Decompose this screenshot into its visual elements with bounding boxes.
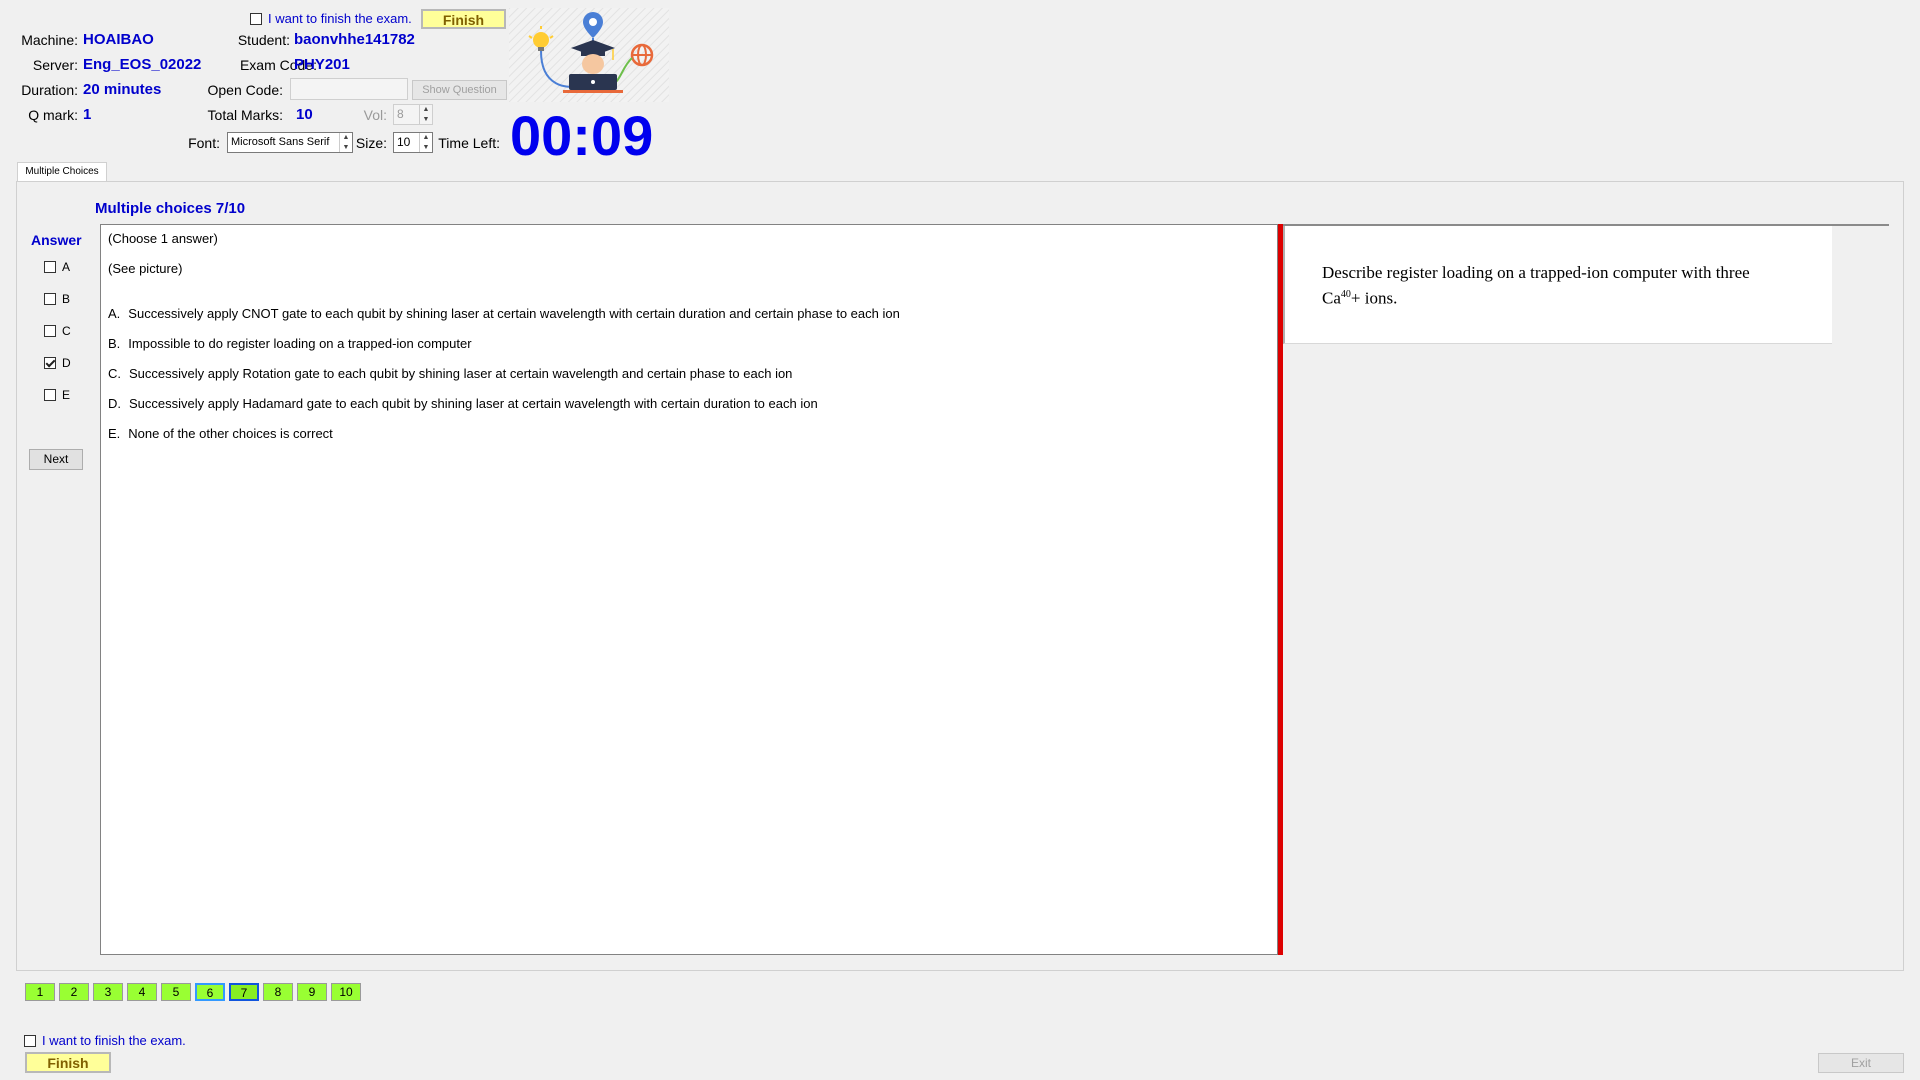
answer-checkbox[interactable]	[44, 325, 56, 337]
qmark-value: 1	[83, 106, 92, 123]
duration-value: 20 minutes	[83, 81, 162, 98]
size-label: Size:	[355, 135, 387, 151]
exit-button[interactable]: Exit	[1818, 1053, 1904, 1073]
bottom-finish-checkbox[interactable]	[24, 1034, 36, 1047]
question-nav-button[interactable]: 6	[195, 983, 225, 1001]
option-text: Successively apply Hadamard gate to each…	[129, 396, 818, 411]
option-text: Successively apply CNOT gate to each qub…	[128, 306, 900, 321]
total-marks-label: Total Marks:	[207, 107, 283, 123]
answer-choice-d[interactable]: D	[44, 356, 71, 370]
answer-choice-label: A	[62, 260, 71, 274]
picture-line1: Describe register loading on a trapped-i…	[1322, 263, 1750, 282]
student-value: baonvhhe141782	[294, 31, 415, 48]
graduate-logo-icon	[509, 8, 669, 102]
question-nav-button[interactable]: 10	[331, 983, 361, 1001]
option-text: None of the other choices is correct	[128, 426, 333, 441]
option-letter: A.	[108, 306, 121, 321]
exam-code-value: PHY201	[294, 56, 350, 73]
question-nav-button[interactable]: 5	[161, 983, 191, 1001]
question-nav-button[interactable]: 2	[59, 983, 89, 1001]
option-letter: D.	[108, 396, 121, 411]
question-nav-button[interactable]: 7	[229, 983, 259, 1001]
question-nav-button[interactable]: 1	[25, 983, 55, 1001]
see-picture-note: (See picture)	[108, 261, 183, 276]
font-spinner[interactable]: Microsoft Sans Serif ▲ ▼	[227, 132, 353, 153]
option-line: C. Successively apply Rotation gate to ea…	[108, 366, 792, 381]
answer-choice-label: D	[62, 356, 71, 370]
option-line: A. Successively apply CNOT gate to each q…	[108, 306, 900, 321]
question-nav-button[interactable]: 8	[263, 983, 293, 1001]
option-text: Impossible to do register loading on a t…	[128, 336, 472, 351]
answer-choice-e[interactable]: E	[44, 388, 70, 402]
option-letter: B.	[108, 336, 121, 351]
option-line: B. Impossible to do register loading on a…	[108, 336, 472, 351]
answer-choice-label: C	[62, 324, 71, 338]
vol-spinner[interactable]: 8 ▲ ▼	[393, 104, 433, 125]
answer-choice-b[interactable]: B	[44, 292, 70, 306]
answer-choice-a[interactable]: A	[44, 260, 70, 274]
size-spinner[interactable]: 10 ▲ ▼	[393, 132, 433, 153]
bottom-finish-check-label: I want to finish the exam.	[42, 1033, 186, 1048]
question-nav-button[interactable]: 3	[93, 983, 123, 1001]
option-line: D. Successively apply Hadamard gate to ea…	[108, 396, 818, 411]
vol-label: Vol:	[363, 107, 387, 123]
tab-multiple-choices[interactable]: Multiple Choices	[17, 162, 107, 182]
answer-checkbox[interactable]	[44, 293, 56, 305]
total-marks-value: 10	[296, 106, 313, 123]
student-label: Student:	[237, 32, 290, 48]
size-value: 10	[397, 135, 411, 149]
answer-checkbox[interactable]	[44, 357, 56, 369]
font-label: Font:	[188, 135, 220, 151]
answer-choice-label: E	[62, 388, 71, 402]
answer-choice-label: B	[62, 292, 71, 306]
question-instruction: (Choose 1 answer)	[108, 231, 218, 246]
answer-checkbox[interactable]	[44, 389, 56, 401]
vol-spin-arrows-icon[interactable]: ▲ ▼	[419, 105, 432, 124]
open-code-label: Open Code:	[207, 82, 284, 98]
next-button[interactable]: Next	[29, 449, 83, 470]
server-value: Eng_EOS_02022	[83, 56, 202, 73]
picture-line2-superscript: 40	[1340, 289, 1351, 300]
finish-check-label: I want to finish the exam.	[268, 11, 412, 26]
server-label: Server:	[32, 57, 78, 73]
picture-line2-suffix: + ions.	[1350, 288, 1398, 308]
option-letter: C.	[108, 366, 121, 381]
question-nav-button[interactable]: 4	[127, 983, 157, 1001]
answer-title: Answer	[31, 232, 82, 248]
machine-label: Machine:	[21, 32, 78, 48]
top-finish-button[interactable]: Finish	[421, 9, 506, 29]
show-question-button[interactable]: Show Question	[412, 80, 507, 100]
picture-text: Describe register loading on a trapped-i…	[1322, 262, 1750, 310]
bottom-finish-check[interactable]: I want to finish the exam.	[24, 1033, 186, 1048]
font-value: Microsoft Sans Serif	[231, 136, 330, 148]
question-picture: Describe register loading on a trapped-i…	[1283, 226, 1832, 344]
top-finish-check[interactable]: I want to finish the exam.	[250, 11, 412, 26]
time-left-label: Time Left:	[438, 135, 500, 151]
countdown-timer: 00:09	[510, 104, 654, 167]
machine-value: HOAIBAO	[83, 31, 154, 48]
finish-checkbox[interactable]	[250, 12, 262, 25]
vol-value: 8	[397, 107, 404, 121]
question-heading: Multiple choices 7/10	[95, 200, 246, 217]
qmark-label: Q mark:	[28, 107, 78, 123]
answer-checkbox[interactable]	[44, 261, 56, 273]
question-nav-button[interactable]: 9	[297, 983, 327, 1001]
question-textbox[interactable]	[100, 224, 1278, 955]
option-letter: E.	[108, 426, 121, 441]
duration-label: Duration:	[21, 82, 78, 98]
open-code-input[interactable]	[290, 78, 408, 100]
bottom-finish-button[interactable]: Finish	[25, 1052, 111, 1073]
option-text: Successively apply Rotation gate to each…	[129, 366, 793, 381]
option-line: E. None of the other choices is correct	[108, 426, 333, 441]
picture-line2-prefix: Ca	[1322, 288, 1341, 308]
question-navigator: 1 2 3 4 5 6 7 8 9 10	[25, 983, 361, 1001]
answer-choice-c[interactable]: C	[44, 324, 71, 338]
